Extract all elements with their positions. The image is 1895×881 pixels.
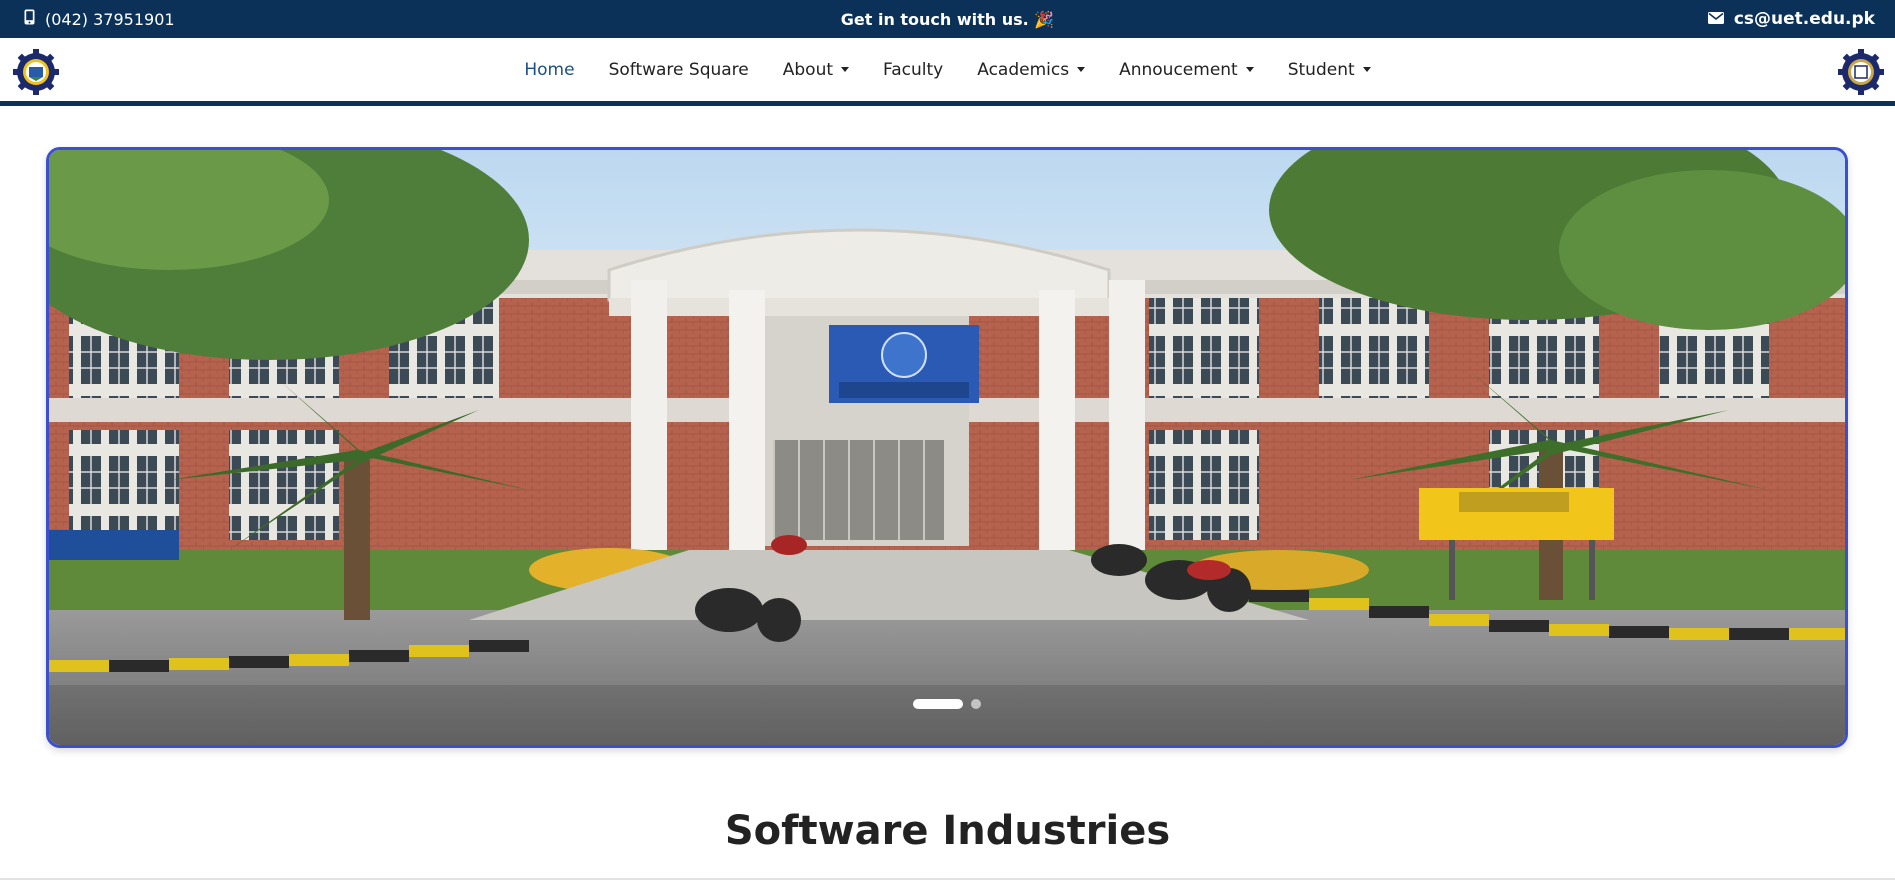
contact-tagline: Get in touch with us. 🎉 (840, 9, 1055, 29)
caret-down-icon (1245, 67, 1254, 72)
uet-logo-right[interactable] (1837, 48, 1885, 96)
hero-carousel[interactable] (46, 147, 1848, 748)
caret-down-icon (841, 67, 850, 72)
carousel-indicator-2[interactable] (971, 699, 981, 709)
nav-item-student[interactable]: Student (1271, 60, 1388, 80)
email-address: cs@uet.edu.pk (1733, 9, 1875, 29)
nav-item-software-square[interactable]: Software Square (592, 60, 766, 80)
caret-down-icon (1077, 67, 1086, 72)
caret-down-icon (1362, 67, 1371, 72)
nav-item-about[interactable]: About (766, 60, 866, 80)
nav-item-academics[interactable]: Academics (960, 60, 1102, 80)
envelope-icon (1707, 9, 1724, 29)
campus-building-photo (49, 150, 1845, 745)
section-divider (0, 878, 1895, 880)
email-contact[interactable]: cs@uet.edu.pk (1707, 0, 1875, 38)
nav-item-annoucement[interactable]: Annoucement (1102, 60, 1271, 80)
main-navbar: Home Software Square About Faculty Acade… (0, 38, 1895, 106)
carousel-indicator-1[interactable] (913, 699, 963, 709)
section-title: Software Industries (724, 808, 1171, 854)
top-contact-bar: (042) 37951901 Get in touch with us. 🎉 c… (0, 0, 1895, 38)
nav-item-faculty[interactable]: Faculty (866, 60, 960, 80)
nav-menu: Home Software Square About Faculty Acade… (0, 38, 1895, 101)
nav-item-home[interactable]: Home (507, 60, 591, 80)
carousel-indicators (49, 699, 1845, 709)
